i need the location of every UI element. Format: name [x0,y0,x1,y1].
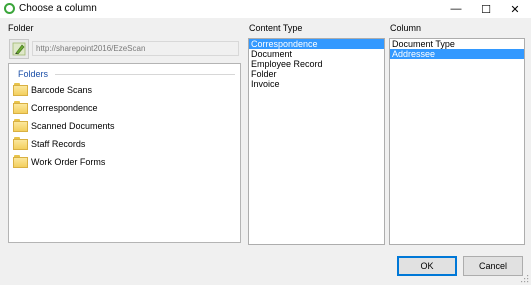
content-type-item-correspondence[interactable]: Correspondence [249,39,384,49]
content-type-item-employee-record[interactable]: Employee Record [249,59,384,69]
maximize-icon: ☐ [481,3,491,16]
folder-item-work-order-forms[interactable]: Work Order Forms [13,153,213,171]
folder-icon [13,119,28,132]
folder-path-field[interactable]: http://sharepoint2016/EzeScan [32,41,239,56]
folders-tree: Folders Barcode Scans Correspondence Sca… [8,63,241,243]
group-divider [55,74,235,75]
folder-item-correspondence[interactable]: Correspondence [13,99,213,117]
column-item-document-type[interactable]: Document Type [390,39,524,49]
content-type-label: Content Type [249,23,303,33]
resize-grip-icon[interactable] [521,275,529,283]
column-list[interactable]: Document Type Addressee [389,38,525,245]
folder-item-staff-records[interactable]: Staff Records [13,135,213,153]
close-icon: ✕ [510,3,520,16]
content-type-item-folder[interactable]: Folder [249,69,384,79]
folder-item-label: Staff Records [31,139,86,149]
title-bar: Choose a column — ☐ ✕ [0,0,531,18]
window-title: Choose a column [19,3,97,14]
content-type-item-invoice[interactable]: Invoice [249,79,384,89]
minimize-button[interactable]: — [441,0,471,18]
column-item-addressee[interactable]: Addressee [390,49,524,59]
folder-item-scanned-documents[interactable]: Scanned Documents [13,117,213,135]
ok-button[interactable]: OK [397,256,457,276]
app-icon [4,3,15,14]
minimize-icon: — [450,3,462,15]
folder-item-label: Barcode Scans [31,85,93,95]
folder-item-label: Scanned Documents [31,121,115,131]
column-label: Column [390,23,422,33]
folder-label: Folder [8,23,34,33]
folder-icon [13,83,28,96]
folder-item-label: Correspondence [31,103,98,113]
pencil-icon [12,42,26,56]
folder-item-label: Work Order Forms [31,157,106,167]
cancel-button[interactable]: Cancel [463,256,523,276]
folder-icon [13,101,28,114]
folders-group-label: Folders [18,69,52,79]
folder-icon [13,155,28,168]
close-button[interactable]: ✕ [500,0,530,18]
content-type-item-document[interactable]: Document [249,49,384,59]
folder-icon [13,137,28,150]
browse-folder-button[interactable] [9,39,29,59]
folder-item-barcode-scans[interactable]: Barcode Scans [13,81,213,99]
content-type-list[interactable]: Correspondence Document Employee Record … [248,38,385,245]
maximize-button[interactable]: ☐ [471,0,501,18]
